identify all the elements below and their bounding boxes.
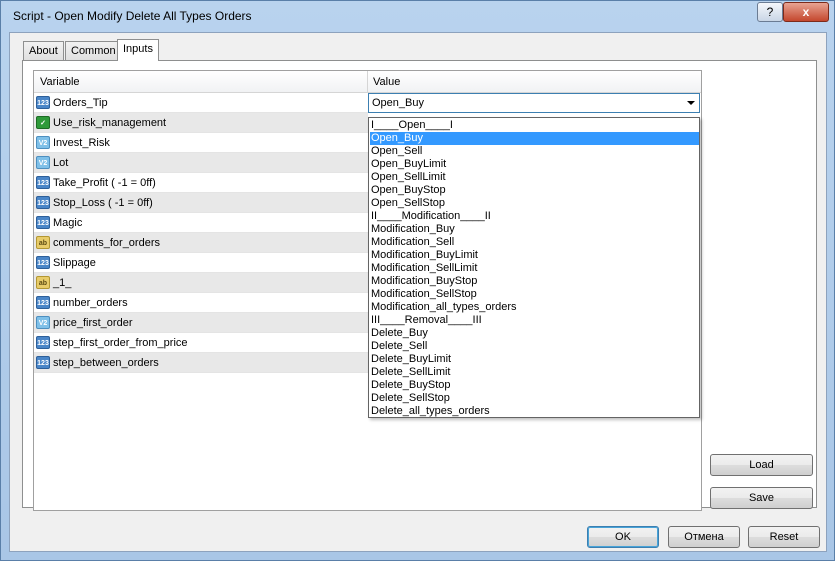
variable-name: step_first_order_from_price (53, 337, 188, 349)
dropdown-option[interactable]: Open_SellStop (370, 197, 699, 210)
int-type-icon: 123 (36, 256, 50, 269)
title-bar[interactable]: Script - Open Modify Delete All Types Or… (1, 1, 834, 31)
ok-button[interactable]: OK (587, 526, 659, 548)
grid-row[interactable]: 123 Take_Profit ( -1 = 0ff) (34, 173, 368, 193)
dialog-window: Script - Open Modify Delete All Types Or… (0, 0, 835, 561)
tab-about-label: About (29, 45, 58, 57)
variable-name: Magic (53, 217, 83, 229)
grid-row[interactable]: 123 Stop_Loss ( -1 = 0ff) (34, 193, 368, 213)
grid-header: Variable Value (34, 71, 701, 93)
int-type-icon: 123 (36, 336, 50, 349)
column-header-variable[interactable]: Variable (40, 76, 80, 88)
dropdown-option[interactable]: Modification_BuyLimit (370, 249, 699, 262)
column-divider[interactable] (367, 71, 368, 92)
dropdown-option[interactable]: Delete_Sell (370, 340, 699, 353)
column-header-value[interactable]: Value (373, 76, 400, 88)
help-icon: ? (766, 5, 774, 19)
variable-name: step_between_orders (53, 357, 159, 369)
variable-name: Stop_Loss ( -1 = 0ff) (53, 197, 153, 209)
dropdown-option[interactable]: I____Open____I (370, 119, 699, 132)
dropdown-option[interactable]: Delete_all_types_orders (370, 405, 699, 418)
grid-row[interactable]: 123 step_first_order_from_price (34, 333, 368, 353)
grid-row[interactable]: 123 Slippage (34, 253, 368, 273)
variable-name: Take_Profit ( -1 = 0ff) (53, 177, 156, 189)
int-type-icon: 123 (36, 216, 50, 229)
dropdown-option[interactable]: Delete_SellStop (370, 392, 699, 405)
dropdown-option[interactable]: Delete_BuyLimit (370, 353, 699, 366)
int-type-icon: 123 (36, 96, 50, 109)
variable-name: Invest_Risk (53, 137, 110, 149)
double-type-icon: V2 (36, 136, 50, 149)
dropdown-option[interactable]: Modification_SellLimit (370, 262, 699, 275)
dropdown-option[interactable]: Modification_BuyStop (370, 275, 699, 288)
dropdown-option[interactable]: Open_SellLimit (370, 171, 699, 184)
tab-common-label: Common (71, 45, 116, 57)
tab-about[interactable]: About (23, 41, 64, 60)
dropdown-option[interactable]: Delete_SellLimit (370, 366, 699, 379)
int-type-icon: 123 (36, 196, 50, 209)
string-type-icon: ab (36, 276, 50, 289)
variable-name: _1_ (53, 277, 72, 289)
int-type-icon: 123 (36, 296, 50, 309)
dropdown-option[interactable]: Modification_all_types_orders (370, 301, 699, 314)
help-button[interactable]: ? (757, 2, 783, 22)
close-icon: x (802, 5, 810, 19)
grid-row[interactable]: ✓ Use_risk_management (34, 113, 368, 133)
tab-inputs-label: Inputs (123, 43, 153, 55)
variable-name: comments_for_orders (53, 237, 160, 249)
load-button[interactable]: Load (710, 454, 813, 476)
dropdown-option[interactable]: Delete_BuyStop (370, 379, 699, 392)
grid-row[interactable]: ab comments_for_orders (34, 233, 368, 253)
window-title: Script - Open Modify Delete All Types Or… (13, 9, 252, 23)
variable-name: number_orders (53, 297, 128, 309)
grid-row[interactable]: 123 Orders_Tip (34, 93, 368, 113)
orders-tip-combobox[interactable]: Open_Buy (368, 93, 700, 113)
dropdown-option[interactable]: Open_BuyLimit (370, 158, 699, 171)
variable-name: price_first_order (53, 317, 133, 329)
grid-row[interactable]: V2 Invest_Risk (34, 133, 368, 153)
grid-row[interactable]: 123 step_between_orders (34, 353, 368, 373)
orders-tip-dropdown-list[interactable]: I____Open____I Open_Buy Open_Sell Open_BuyL… (368, 117, 700, 418)
combobox-value: Open_Buy (372, 97, 424, 109)
dropdown-option[interactable]: III____Removal____III (370, 314, 699, 327)
variable-name: Lot (53, 157, 69, 169)
dropdown-option[interactable]: Open_BuyStop (370, 184, 699, 197)
grid-row[interactable]: ab _1_ (34, 273, 368, 293)
close-button[interactable]: x (783, 2, 829, 22)
variable-name: Orders_Tip (53, 97, 108, 109)
grid-row[interactable]: 123 number_orders (34, 293, 368, 313)
save-button[interactable]: Save (710, 487, 813, 509)
grid-row[interactable]: 123 Magic (34, 213, 368, 233)
tab-inputs[interactable]: Inputs (117, 39, 159, 61)
dropdown-option[interactable]: Modification_SellStop (370, 288, 699, 301)
cancel-button[interactable]: Отмена (668, 526, 740, 548)
dropdown-option[interactable]: Modification_Buy (370, 223, 699, 236)
bool-type-icon: ✓ (36, 116, 50, 129)
variable-name: Use_risk_management (53, 117, 167, 129)
double-type-icon: V2 (36, 156, 50, 169)
dropdown-option[interactable]: Modification_Sell (370, 236, 699, 249)
int-type-icon: 123 (36, 176, 50, 189)
grid-row[interactable]: V2 Lot (34, 153, 368, 173)
dropdown-option[interactable]: Open_Buy (370, 132, 699, 145)
dropdown-option[interactable]: Delete_Buy (370, 327, 699, 340)
dropdown-option[interactable]: Open_Sell (370, 145, 699, 158)
double-type-icon: V2 (36, 316, 50, 329)
string-type-icon: ab (36, 236, 50, 249)
grid-row[interactable]: V2 price_first_order (34, 313, 368, 333)
chevron-down-icon[interactable] (687, 101, 695, 105)
variable-name: Slippage (53, 257, 96, 269)
tab-common[interactable]: Common (65, 41, 122, 60)
reset-button[interactable]: Reset (748, 526, 820, 548)
int-type-icon: 123 (36, 356, 50, 369)
dropdown-option[interactable]: II____Modification____II (370, 210, 699, 223)
